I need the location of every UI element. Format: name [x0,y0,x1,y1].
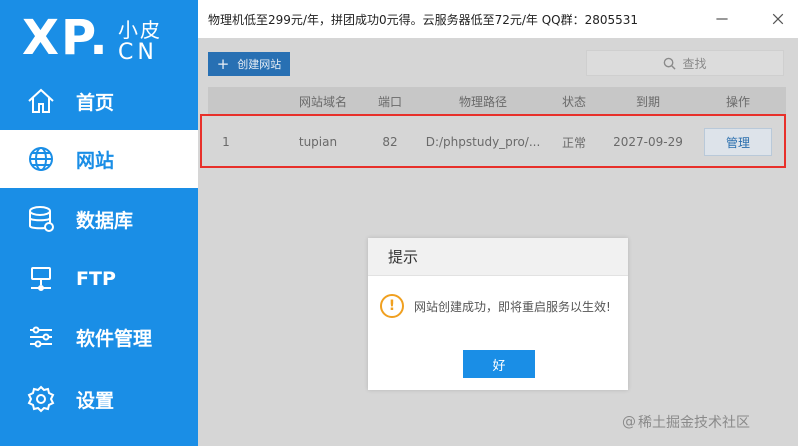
sidebar-item-settings[interactable]: 设置 [0,370,198,428]
app-logo: XP. 小皮 CN [22,8,192,68]
minimize-icon[interactable] [712,9,732,29]
sidebar-item-label: FTP [76,268,116,290]
table-header: 网站域名 端口 物理路径 状态 到期 操作 [208,87,786,115]
globe-icon [26,144,56,174]
database-icon [26,204,56,234]
search-icon [664,57,677,70]
ok-button[interactable]: 好 [463,350,535,378]
warning-icon: ! [380,294,404,318]
gear-icon [26,384,56,414]
header-path: 物理路径 [458,94,507,109]
sidebar-item-label: 设置 [76,389,115,412]
sidebar-item-home[interactable]: 首页 [0,72,198,130]
home-icon [26,86,56,116]
logo-main: XP. [22,10,110,66]
create-website-button[interactable]: + 创建网站 [208,52,290,76]
create-website-label: 创建网站 [237,58,282,71]
top-bar: 物理机低至299元/年，拼团成功0元得。云服务器低至72元/年 QQ群：2805… [198,0,798,38]
sidebar-item-label: 首页 [76,91,115,114]
header-status: 状态 [561,94,586,109]
notice-dialog: 提示 ! 网站创建成功，即将重启服务以生效! 好 [368,238,628,390]
sidebar-item-website[interactable]: 网站 [0,130,198,188]
plus-icon: + [216,54,230,73]
watermark: @ 稀土掘金技术社区 [622,412,750,432]
sidebar: XP. 小皮 CN 首页 网站 数据库 FTP 软件管理 设置 [0,0,198,446]
sidebar-item-software[interactable]: 软件管理 [0,308,198,366]
sidebar-item-database[interactable]: 数据库 [0,190,198,248]
sidebar-item-ftp[interactable]: FTP [0,250,198,308]
search-label: 查找 [682,56,707,71]
dialog-title: 提示 [368,238,628,276]
header-action: 操作 [725,94,750,109]
watermark-text: 稀土掘金技术社区 [638,415,750,431]
ftp-icon [26,264,56,294]
watermark-prefix: @ [622,414,636,430]
sidebar-item-label: 软件管理 [76,327,153,350]
close-icon[interactable] [768,9,788,29]
sidebar-item-label: 网站 [76,149,115,172]
header-port: 端口 [377,94,402,109]
dialog-body: ! 网站创建成功，即将重启服务以生效! [380,294,611,318]
logo-sub-bottom: CN [118,40,158,65]
search-input[interactable]: 查找 [586,50,784,76]
logo-sub-top: 小皮 [118,18,162,42]
sliders-icon [26,322,56,352]
dialog-message: 网站创建成功，即将重启服务以生效! [414,299,611,314]
header-domain: 网站域名 [298,94,347,109]
sidebar-item-label: 数据库 [76,209,134,232]
header-expire: 到期 [635,94,660,109]
promo-text: 物理机低至299元/年，拼团成功0元得。云服务器低至72元/年 QQ群：2805… [208,13,639,27]
highlight-box [200,114,786,168]
